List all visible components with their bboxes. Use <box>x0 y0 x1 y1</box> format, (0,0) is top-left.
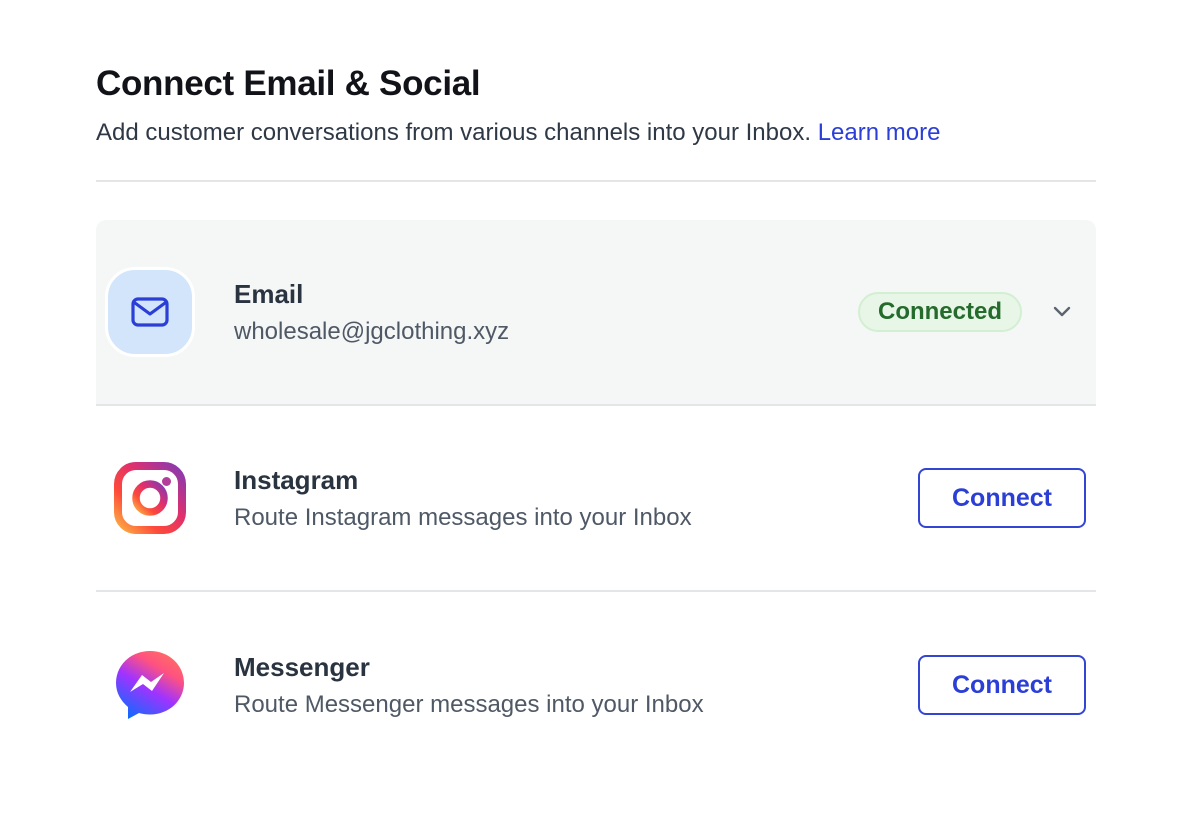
connect-channels-page: Connect Email & Social Add customer conv… <box>96 64 1096 778</box>
envelope-icon <box>105 267 195 357</box>
channel-row-instagram: Instagram Route Instagram messages into … <box>96 406 1096 592</box>
messenger-channel-text: Messenger Route Messenger messages into … <box>234 649 704 721</box>
channel-name: Email <box>234 279 304 309</box>
channel-email-address: wholesale@jgclothing.xyz <box>234 318 510 345</box>
connect-messenger-button[interactable]: Connect <box>918 655 1086 715</box>
chevron-down-icon[interactable] <box>1050 300 1074 324</box>
email-channel-icon <box>104 266 196 358</box>
email-channel-text: Email wholesale@jgclothing.xyz <box>234 276 509 348</box>
channel-list: Email wholesale@jgclothing.xyz Connected <box>96 220 1096 778</box>
channel-name: Messenger <box>234 652 370 682</box>
channel-name: Instagram <box>234 465 359 495</box>
channel-description: Route Instagram messages into your Inbox <box>234 504 692 531</box>
subtitle-text: Add customer conversations from various … <box>96 119 812 146</box>
instagram-channel-text: Instagram Route Instagram messages into … <box>234 462 692 534</box>
channel-row-email[interactable]: Email wholesale@jgclothing.xyz Connected <box>96 220 1096 406</box>
page-title: Connect Email & Social <box>96 64 481 103</box>
page-subtitle: Add customer conversations from various … <box>96 115 1096 151</box>
instagram-icon <box>104 452 196 544</box>
learn-more-link[interactable]: Learn more <box>818 119 941 146</box>
status-badge: Connected <box>857 292 1022 332</box>
header-divider <box>96 180 1096 182</box>
channel-description: Route Messenger messages into your Inbox <box>234 691 704 718</box>
messenger-icon <box>104 639 196 731</box>
channel-row-messenger: Messenger Route Messenger messages into … <box>96 592 1096 778</box>
connect-instagram-button[interactable]: Connect <box>918 468 1086 528</box>
